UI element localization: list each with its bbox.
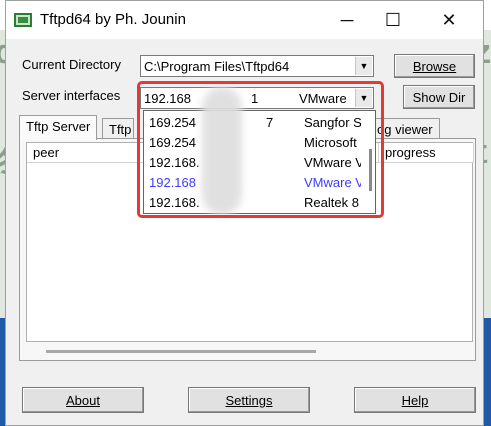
tftpd64-window: Tftpd64 by Ph. Jounin ─ ☐ ✕ Current Dire… bbox=[5, 0, 484, 426]
server-interfaces-label: Server interfaces bbox=[22, 88, 121, 103]
tab-tftp-client[interactable]: Tftp bbox=[102, 118, 134, 140]
annotation-highlight-box bbox=[137, 81, 384, 218]
tftpd-app-icon bbox=[14, 13, 32, 27]
about-button[interactable]: About bbox=[22, 387, 144, 413]
horizontal-scrollbar[interactable] bbox=[46, 350, 316, 353]
browse-button-label: Browse bbox=[412, 58, 457, 74]
settings-button[interactable]: Settings bbox=[188, 387, 310, 413]
minimize-icon[interactable]: ─ bbox=[324, 1, 370, 39]
settings-button-label: Settings bbox=[225, 392, 273, 408]
close-icon[interactable]: ✕ bbox=[426, 1, 472, 39]
current-directory-label: Current Directory bbox=[22, 57, 121, 72]
column-header-progress[interactable]: progress bbox=[379, 143, 474, 163]
help-button[interactable]: Help bbox=[354, 387, 476, 413]
show-dir-button[interactable]: Show Dir bbox=[403, 85, 475, 109]
title-bar[interactable]: Tftpd64 by Ph. Jounin ─ ☐ ✕ bbox=[6, 1, 483, 39]
chevron-down-icon[interactable]: ▼ bbox=[355, 57, 372, 75]
browse-button[interactable]: Browse bbox=[394, 54, 475, 78]
tab-tftp-server[interactable]: Tftp Server bbox=[19, 115, 98, 140]
maximize-icon[interactable]: ☐ bbox=[370, 1, 416, 39]
show-dir-button-label: Show Dir bbox=[412, 89, 466, 105]
current-directory-combo[interactable]: C:\Program Files\Tftpd64 ▼ bbox=[140, 55, 374, 77]
about-button-label: About bbox=[66, 392, 100, 408]
current-directory-value: C:\Program Files\Tftpd64 bbox=[144, 59, 290, 74]
help-button-label: Help bbox=[401, 392, 429, 408]
window-title: Tftpd64 by Ph. Jounin bbox=[40, 11, 186, 28]
